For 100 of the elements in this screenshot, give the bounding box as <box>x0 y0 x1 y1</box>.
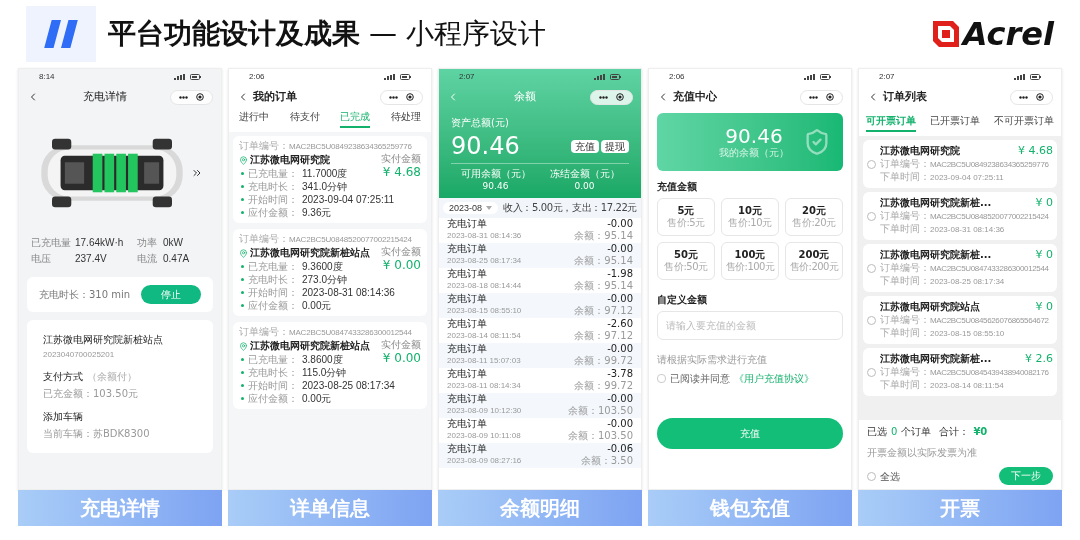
transaction-row[interactable]: 充电订单 2023-08-09 10:12:30 -0.00 余额：103.50 <box>439 392 641 418</box>
order-number-label: 订单编号： <box>880 366 930 378</box>
vehicle-label[interactable]: 添加车辆 <box>43 409 197 424</box>
order-number: MAC2BC5U0849238634365259776 <box>930 159 1049 171</box>
order-card[interactable]: 订单编号：MAC2BC5U0848520077002215424 江苏微电网研究院新桩站点 已充电量： 9.3600度 实付金额 ¥ 0.00 充电时长： 273.0分钟 开始时间： 2023-08-31 08:14:36 应付金额： 0.00元 <box>233 229 427 316</box>
total-amount: ¥0 <box>973 425 988 439</box>
transaction-title: 充电订单 <box>447 367 488 380</box>
more-icon[interactable] <box>809 95 818 99</box>
field-label: 充电时长： <box>248 366 298 379</box>
note-text: 开票金额以实际发票为准 <box>867 447 977 458</box>
transaction-time: 2023-08-11 08:14:34 <box>447 379 521 392</box>
order-card[interactable]: 江苏微电网研究院新桩... ¥ 0 订单编号：MAC2BC5U0848520077002215424 下单时间：2023-08-31 08:14:36 <box>863 192 1057 240</box>
order-amount: ¥ 0 <box>1035 196 1053 210</box>
field-label: 应付金额： <box>248 392 298 405</box>
field-value: 273.0分钟 <box>302 273 348 286</box>
order-number: MAC2BC5U0847433286300012544 <box>930 263 1049 275</box>
order-time: 2023-08-25 08:17:34 <box>930 276 1005 288</box>
caret-icon <box>486 205 493 210</box>
more-icon[interactable] <box>1019 95 1028 99</box>
more-icon[interactable] <box>389 95 398 99</box>
balance-text: 余额：97.12 <box>574 304 633 317</box>
amount-option[interactable]: 5元 售价:5元 <box>657 198 715 236</box>
amount-option[interactable]: 200元 售价:200元 <box>785 242 843 280</box>
more-icon[interactable] <box>599 95 608 99</box>
bullet-icon <box>241 304 244 307</box>
order-number-label: 订单编号： <box>239 233 289 245</box>
tab[interactable]: 待处理 <box>390 109 421 128</box>
radio-button[interactable] <box>867 263 876 273</box>
paid-amount: ¥ 4.68 <box>382 165 421 180</box>
amount-option[interactable]: 100元 售价:100元 <box>721 242 779 280</box>
chevrons-icon[interactable] <box>191 167 203 179</box>
transaction-title: 充电订单 <box>447 267 488 280</box>
stat-value: 0kW <box>163 237 184 249</box>
order-card[interactable]: 江苏微电网研究院新桩... ¥ 2.6 订单编号：MAC2BC5U0845439438940082176 下单时间：2023-08-14 08:11:54 <box>863 348 1057 396</box>
transaction-amount: -0.00 <box>607 342 633 355</box>
tab[interactable]: 不可开票订单 <box>994 113 1054 132</box>
order-amount: ¥ 2.6 <box>1025 352 1053 366</box>
logo-icon <box>932 21 959 47</box>
page-title: 订单列表 <box>883 88 928 105</box>
frozen-label: 冻结金额（元） <box>548 168 621 180</box>
tab[interactable]: 已开票订单 <box>930 113 980 132</box>
radio-button[interactable] <box>867 211 876 221</box>
field-value: 341.0分钟 <box>302 180 348 193</box>
order-card[interactable]: 江苏微电网研究院 ¥ 4.68 订单编号：MAC2BC5U0849238634365259776 下单时间：2023-09-04 07:25:11 <box>863 140 1057 188</box>
station-name: 江苏微电网研究院新桩... <box>880 196 992 210</box>
month-picker[interactable]: 2023-08 <box>443 201 499 214</box>
transaction-title: 充电订单 <box>447 342 488 355</box>
agree-checkbox[interactable] <box>657 374 666 383</box>
transaction-amount: -0.00 <box>607 417 633 430</box>
slashes-icon <box>44 20 78 48</box>
transaction-title: 充电订单 <box>447 417 488 430</box>
station-name: 江苏微电网研究院新桩... <box>880 248 992 262</box>
field-label: 已充电量： <box>248 260 298 273</box>
target-icon[interactable] <box>1036 93 1044 101</box>
transaction-amount: -2.60 <box>607 317 633 330</box>
signal-icon <box>1014 74 1026 80</box>
transaction-row[interactable]: 充电订单 2023-08-09 08:27:16 -0.06 余额：3.50 <box>439 442 641 468</box>
battery-icon <box>190 74 201 80</box>
balance-text: 余额：3.50 <box>580 454 633 467</box>
bullet-icon <box>241 371 244 374</box>
order-time: 2023-08-31 08:14:36 <box>930 224 1005 236</box>
amount-option[interactable]: 50元 售价:50元 <box>657 242 715 280</box>
radio-button[interactable] <box>867 315 876 325</box>
stat-label: 电流 <box>137 253 158 265</box>
tab[interactable]: 待支付 <box>289 109 320 128</box>
order-amount: ¥ 4.68 <box>1018 144 1053 158</box>
page-title: 我的订单 <box>253 88 298 105</box>
balance-text: 余额：103.50 <box>568 429 633 442</box>
target-icon[interactable] <box>196 93 204 101</box>
tab[interactable]: 进行中 <box>239 109 270 128</box>
transaction-amount: -0.00 <box>607 292 633 305</box>
target-icon[interactable] <box>616 93 624 101</box>
action-button[interactable]: 提现 <box>601 139 629 153</box>
status-time: 8:14 <box>39 71 55 83</box>
action-button[interactable]: 充值 <box>571 139 599 153</box>
radio-button[interactable] <box>867 471 876 481</box>
field-label: 应付金额： <box>248 299 298 312</box>
order-card[interactable]: 订单编号：MAC2BC5U0847433286300012544 江苏微电网研究院新桩站点 已充电量： 3.8600度 实付金额 ¥ 0.00 充电时长： 115.0分钟 开始时间： 2023-08-25 08:17:34 应付金额： 0.00元 <box>233 322 427 409</box>
logo-text: Acrel <box>962 14 1054 55</box>
charged-amount: 已充金额：103.50元 <box>43 387 139 401</box>
field-value: 9.36元 <box>302 206 332 219</box>
station-name: 江苏微电网研究院新桩站点 <box>250 246 370 260</box>
order-number: MAC2BC5U0847433286300012544 <box>289 327 412 339</box>
transaction-row[interactable]: 充电订单 2023-08-15 08:55:10 -0.00 余额：97.12 <box>439 292 641 318</box>
order-card[interactable]: 江苏微电网研究院新桩... ¥ 0 订单编号：MAC2BC5U0847433286300012544 下单时间：2023-08-25 08:17:34 <box>863 244 1057 292</box>
transaction-row[interactable]: 充电订单 2023-08-11 15:07:03 -0.00 余额：99.72 <box>439 342 641 368</box>
amount-option[interactable]: 20元 售价:20元 <box>785 198 843 236</box>
radio-button[interactable] <box>867 159 876 169</box>
order-card[interactable]: 江苏微电网研究院站点 ¥ 0 订单编号：MAC2BC5U0845626076865564672 下单时间：2023-08-15 08:55:10 <box>863 296 1057 344</box>
stat-value: 17.64kW·h <box>75 237 125 249</box>
more-icon[interactable] <box>179 95 188 99</box>
amount-option[interactable]: 10元 售价:10元 <box>721 198 779 236</box>
target-icon[interactable] <box>826 93 834 101</box>
target-icon[interactable] <box>406 93 414 101</box>
available-label: 可用余额（元） <box>459 168 532 180</box>
transaction-row[interactable]: 充电订单 2023-08-25 08:17:34 -0.00 余额：95.14 <box>439 242 641 268</box>
order-card[interactable]: 订单编号：MAC2BC5U0849238634365259776 江苏微电网研究院 已充电量： 11.7000度 实付金额 ¥ 4.68 充电时长： 341.0分钟 开始时间： 2023-09-04 07:25:11 应付金额： 9.36元 <box>233 136 427 223</box>
radio-button[interactable] <box>867 367 876 377</box>
paid-label: 实付金额 <box>381 246 421 258</box>
field-value: 0.00元 <box>302 392 332 405</box>
